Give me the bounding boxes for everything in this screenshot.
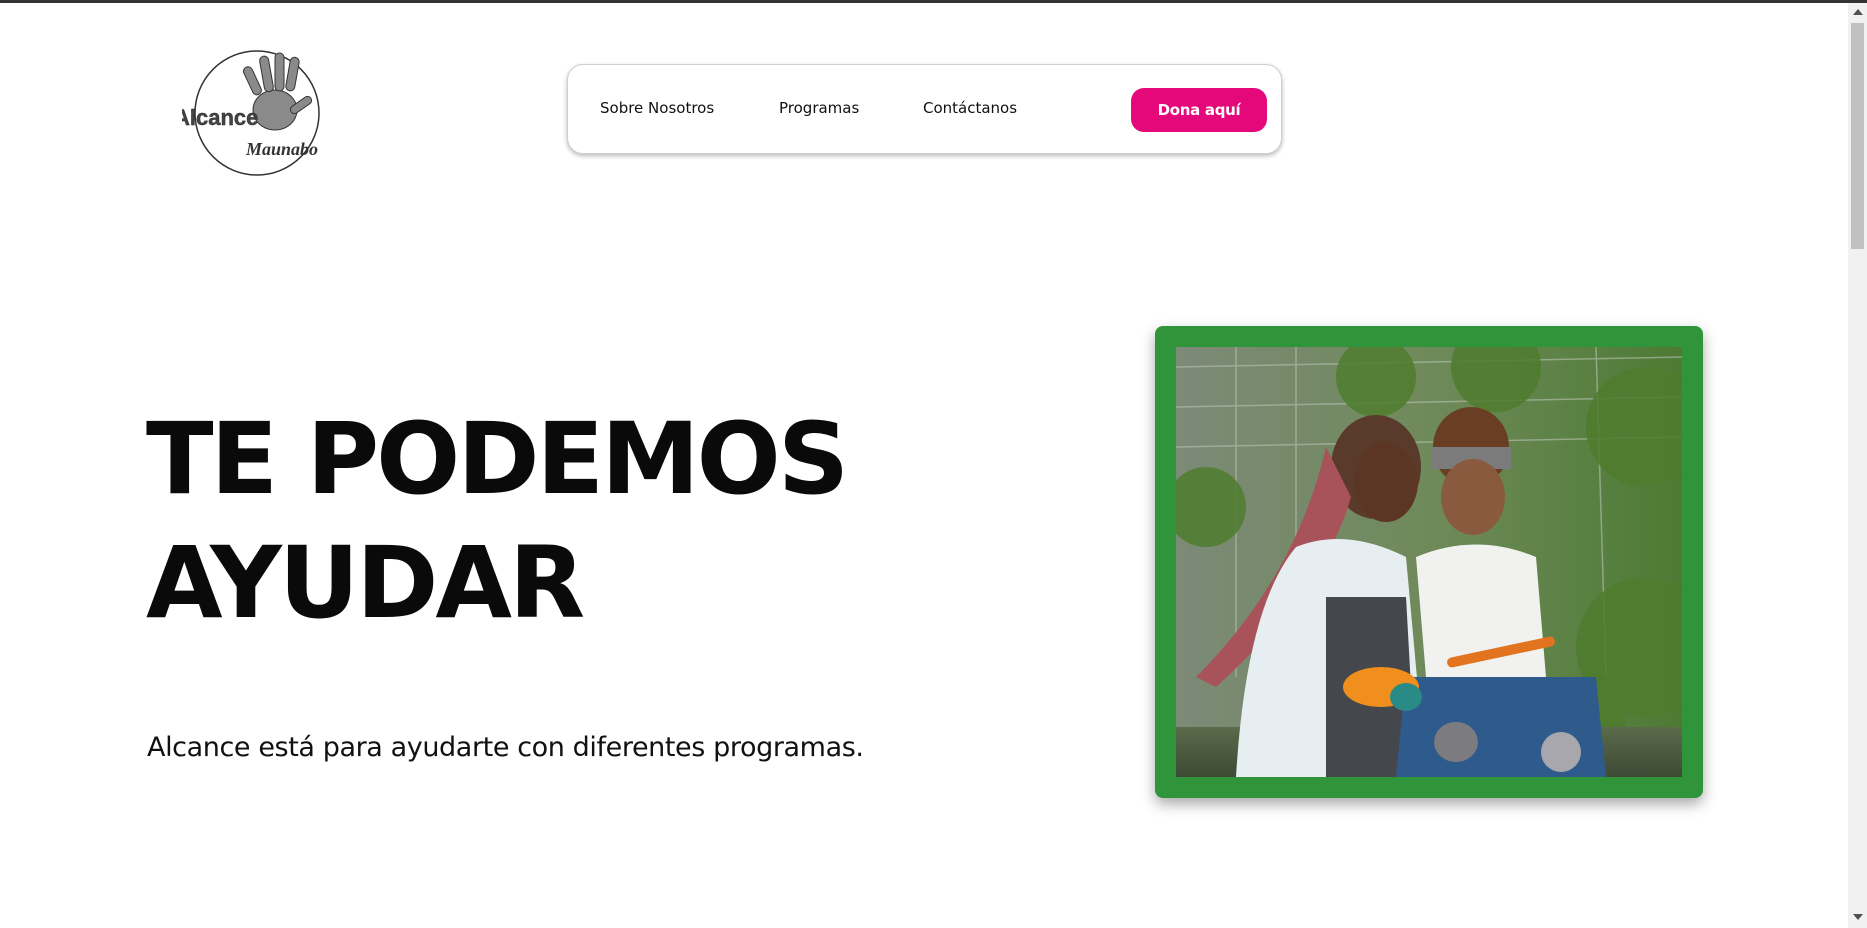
scroll-down-arrow-icon[interactable] — [1853, 914, 1863, 920]
logo-subtitle-text: Maunabo — [245, 139, 318, 159]
scrollbar-thumb[interactable] — [1851, 23, 1864, 249]
logo-name-text: Alcance — [182, 105, 258, 130]
donate-button[interactable]: Dona aquí — [1131, 88, 1267, 132]
nav-link-programas[interactable]: Programas — [779, 99, 859, 117]
hero-title-line1: TE PODEMOS — [146, 402, 849, 517]
nav-link-sobre-nosotros[interactable]: Sobre Nosotros — [600, 99, 714, 117]
main-nav: Sobre Nosotros Programas Contáctanos Don… — [567, 64, 1282, 154]
hero-photo-frame — [1155, 326, 1703, 798]
hero-title-line2: AYUDAR — [146, 526, 585, 641]
scroll-up-arrow-icon[interactable] — [1853, 9, 1863, 15]
hero-title: TE PODEMOS AYUDAR — [146, 398, 946, 646]
two-women-gardening-photo — [1176, 347, 1682, 777]
hero-subtitle: Alcance está para ayudarte con diferente… — [147, 732, 864, 763]
window-top-border — [0, 0, 1867, 3]
page-scrollbar[interactable] — [1848, 3, 1867, 928]
hand-print-logo-icon: Alcance Maunabo — [182, 50, 320, 176]
site-logo[interactable]: Alcance Maunabo — [182, 48, 332, 178]
nav-link-contactanos[interactable]: Contáctanos — [923, 99, 1017, 117]
